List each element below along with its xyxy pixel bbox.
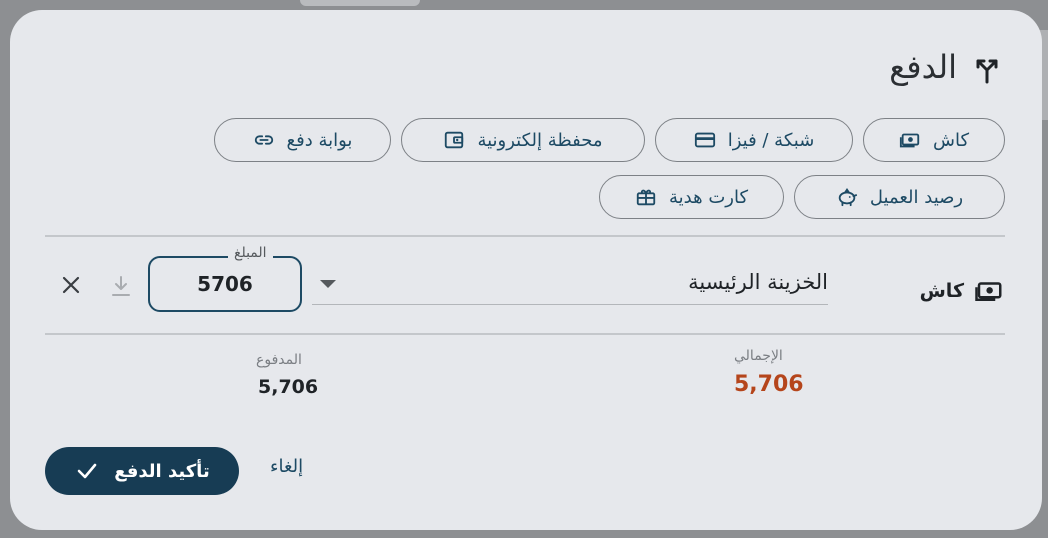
- method-label: كارت هدية: [669, 186, 749, 208]
- split-arrows-icon: [976, 59, 998, 84]
- divider: [45, 333, 1005, 335]
- total-label: الإجمالي: [734, 348, 783, 364]
- total-value: 5,706: [734, 372, 804, 397]
- close-icon[interactable]: [60, 274, 82, 296]
- amount-field[interactable]: [148, 256, 302, 312]
- paid-value: 5,706: [258, 376, 319, 398]
- divider: [45, 235, 1005, 237]
- payment-line-method: كاش: [920, 276, 1004, 306]
- cash-icon: [975, 282, 1002, 301]
- cash-icon: [899, 133, 920, 148]
- method-label: رصيد العميل: [869, 186, 964, 208]
- amount-field-label: المبلغ: [228, 245, 273, 261]
- amount-input[interactable]: [150, 258, 300, 310]
- method-cash-button[interactable]: كاش: [863, 118, 1005, 162]
- cancel-button[interactable]: إلغاء: [270, 456, 303, 477]
- payment-dialog: الدفع كاش شبكة / فيزا محفظة إلكترونية بو…: [10, 10, 1042, 530]
- method-wallet-button[interactable]: محفظة إلكترونية: [401, 118, 645, 162]
- method-label: كاش: [932, 129, 970, 151]
- dialog-title: الدفع: [889, 48, 957, 86]
- background-tab-strip: [300, 0, 420, 6]
- confirm-payment-button[interactable]: تأكيد الدفع: [45, 447, 239, 495]
- method-label: محفظة إلكترونية: [477, 129, 603, 151]
- gift-card-icon: [636, 189, 656, 206]
- chevron-down-icon: [320, 280, 336, 288]
- download-icon[interactable]: [110, 274, 132, 298]
- account-select[interactable]: الخزينة الرئيسية: [312, 264, 828, 305]
- confirm-payment-label: تأكيد الدفع: [114, 460, 210, 482]
- method-label: بوابة دفع: [286, 129, 353, 151]
- payment-line-method-label: كاش: [919, 280, 964, 302]
- wallet-icon: [445, 131, 464, 149]
- account-select-value: الخزينة الرئيسية: [688, 270, 828, 294]
- paid-label: المدفوع: [256, 352, 302, 368]
- method-gateway-button[interactable]: بوابة دفع: [214, 118, 391, 162]
- method-gift-card-button[interactable]: كارت هدية: [599, 175, 784, 219]
- credit-card-icon: [694, 132, 715, 148]
- link-icon: [254, 135, 273, 145]
- check-icon: [77, 463, 97, 479]
- method-card-button[interactable]: شبكة / فيزا: [655, 118, 853, 162]
- method-customer-balance-button[interactable]: رصيد العميل: [794, 175, 1005, 219]
- method-label: شبكة / فيزا: [727, 129, 815, 151]
- piggy-bank-icon: [838, 188, 857, 207]
